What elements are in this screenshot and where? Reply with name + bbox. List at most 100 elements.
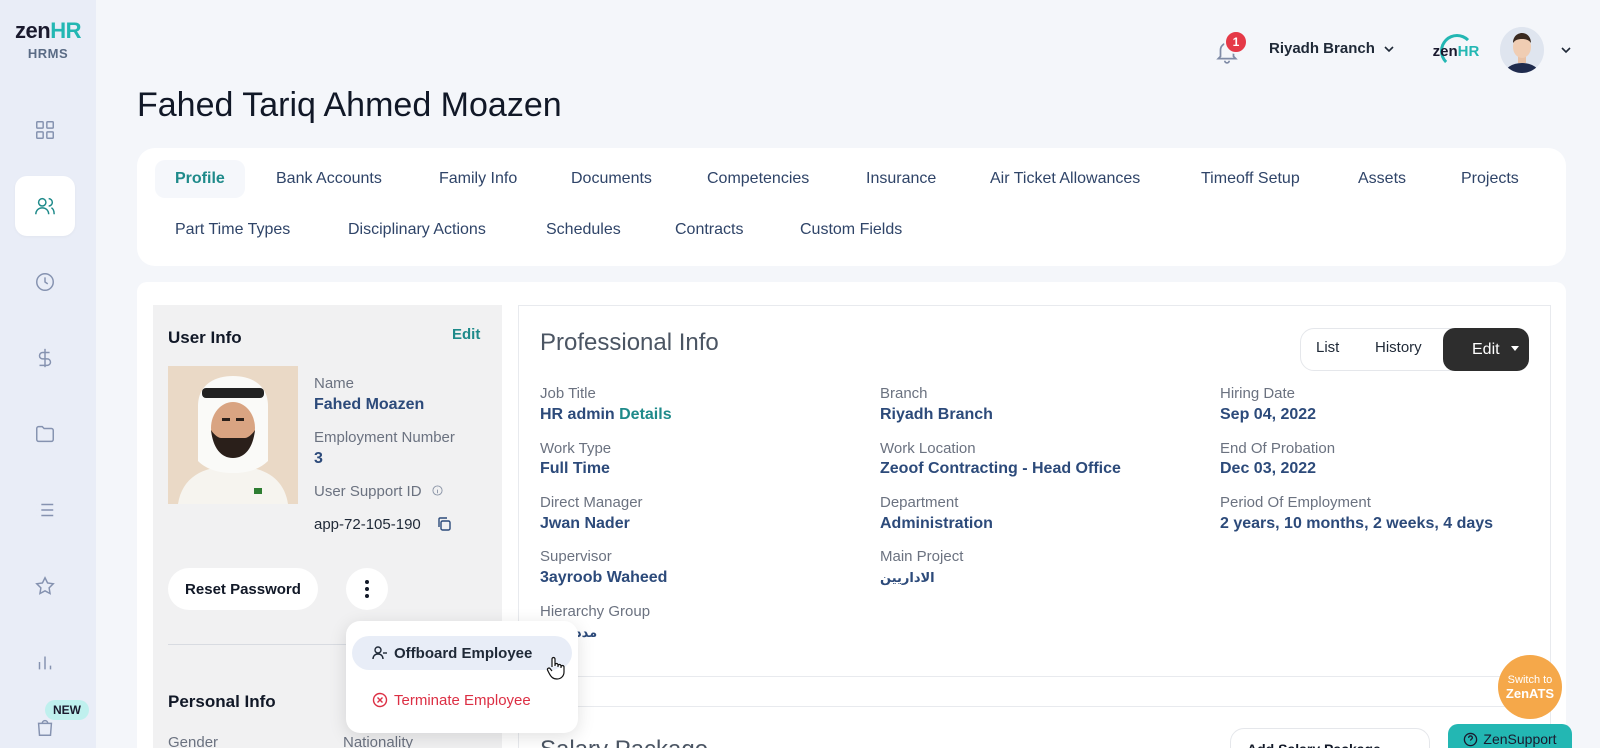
support-id-label: User Support ID: [314, 483, 422, 500]
personal-info-title: Personal Info: [168, 692, 276, 711]
folder-icon: [36, 425, 54, 443]
add-salary-package-button[interactable]: Add Salary Package: [1230, 728, 1430, 748]
main-project-label: Main Project: [880, 548, 964, 565]
hiring-date-value: Sep 04, 2022: [1220, 406, 1317, 423]
zensupport-button[interactable]: ZenSupport: [1448, 724, 1572, 748]
direct-manager-value[interactable]: Jwan Nader: [540, 515, 630, 533]
hierarchy-group-value: مدد: [575, 626, 598, 641]
actions-menu: Offboard Employee Terminate Employee: [346, 621, 578, 733]
employee-photo: [168, 366, 298, 504]
tab-schedules[interactable]: Schedules: [526, 211, 641, 249]
main-project-value: الاداريين: [880, 571, 935, 586]
nav-marketplace[interactable]: [15, 716, 75, 748]
work-type-label: Work Type: [540, 440, 612, 457]
tab-air-ticket-allowances[interactable]: Air Ticket Allowances: [970, 160, 1160, 198]
work-location-value: Zeoof Contracting - Head Office: [880, 460, 1121, 477]
more-vertical-icon: [365, 580, 369, 598]
branch-label: Branch: [880, 385, 928, 402]
period-label: Period Of Employment: [1220, 494, 1371, 511]
hand-cursor-icon: [546, 656, 565, 680]
info-icon[interactable]: [432, 485, 443, 496]
professional-info-title: Professional Info: [540, 329, 719, 356]
list-icon: [36, 503, 54, 517]
nav-employees[interactable]: [15, 176, 75, 236]
support-id-value: app-72-105-190: [314, 516, 421, 533]
job-title-label: Job Title: [540, 385, 596, 402]
history-button[interactable]: History: [1375, 339, 1422, 356]
tab-profile[interactable]: Profile: [155, 160, 245, 198]
user-info-title: User Info: [168, 328, 242, 347]
caret-down-icon[interactable]: [1510, 343, 1520, 353]
tab-timeoff-setup[interactable]: Timeoff Setup: [1181, 160, 1320, 198]
switch-big-label: ZenATS: [1505, 685, 1555, 701]
chevron-down-icon: [1384, 45, 1394, 52]
dollar-icon: [38, 348, 52, 368]
salary-package-title: Salary Package: [540, 736, 708, 748]
users-icon: [35, 197, 55, 215]
tab-competencies[interactable]: Competencies: [687, 160, 829, 198]
tab-family-info[interactable]: Family Info: [419, 160, 537, 198]
terminate-employee-label: Terminate Employee: [394, 691, 531, 709]
terminate-employee-item[interactable]: Terminate Employee: [352, 683, 572, 717]
dashboard-icon: [36, 121, 54, 139]
branch-selector[interactable]: Riyadh Branch: [1269, 40, 1395, 57]
notification-count: 1: [1224, 30, 1248, 54]
bag-icon: [37, 719, 53, 736]
tab-projects[interactable]: Projects: [1441, 160, 1539, 198]
end-probation-value: Dec 03, 2022: [1220, 460, 1317, 477]
tab-assets[interactable]: Assets: [1338, 160, 1426, 198]
nav-favorites[interactable]: [15, 556, 75, 616]
period-value: 2 years, 10 months, 2 weeks, 4 days: [1220, 515, 1494, 532]
chevron-down-icon[interactable]: [1560, 44, 1572, 56]
copy-icon[interactable]: [436, 516, 452, 532]
job-title: HR admin: [540, 406, 615, 423]
tab-disciplinary-actions[interactable]: Disciplinary Actions: [328, 211, 506, 249]
switch-small-label: Switch to: [1507, 673, 1553, 686]
app-logo[interactable]: zenHR HRMS: [8, 18, 88, 61]
hierarchy-group-label: Hierarchy Group: [540, 603, 651, 620]
offboard-employee-label: Offboard Employee: [394, 644, 533, 662]
tab-contracts[interactable]: Contracts: [655, 211, 763, 249]
logo-main: zen: [15, 18, 51, 43]
tab-part-time-types[interactable]: Part Time Types: [155, 211, 310, 249]
user-info-edit-link[interactable]: Edit: [452, 326, 480, 343]
employment-number: 3: [314, 450, 323, 467]
sidebar: zenHR HRMS NEW: [0, 0, 96, 748]
nav-dashboard[interactable]: [15, 100, 75, 160]
nav-attendance[interactable]: [15, 252, 75, 312]
star-icon: [35, 576, 55, 595]
company-logo-accent: HR: [1457, 42, 1480, 60]
gender-label: Gender: [168, 734, 219, 748]
nav-documents[interactable]: [15, 404, 75, 464]
tab-insurance[interactable]: Insurance: [846, 160, 956, 198]
tab-documents[interactable]: Documents: [551, 160, 672, 198]
work-location-label: Work Location: [880, 440, 976, 457]
employee-name: Fahed Moazen: [314, 396, 425, 413]
work-type-value: Full Time: [540, 460, 610, 477]
nav-lists[interactable]: [15, 480, 75, 540]
supervisor-value[interactable]: 3ayroob Waheed: [540, 569, 667, 587]
name-label: Name: [314, 375, 355, 392]
user-avatar[interactable]: [1500, 27, 1544, 73]
list-button[interactable]: List: [1316, 339, 1339, 356]
branch-value: Riyadh Branch: [880, 406, 993, 423]
more-actions-button[interactable]: [346, 568, 388, 610]
department-value: Administration: [880, 515, 993, 532]
tab-bank-accounts[interactable]: Bank Accounts: [256, 160, 402, 198]
hiring-date-label: Hiring Date: [1220, 385, 1296, 402]
chart-icon: [38, 656, 52, 670]
switch-to-zenats-button[interactable]: Switch to ZenATS: [1498, 655, 1562, 719]
branch-name: Riyadh Branch: [1269, 40, 1375, 57]
reset-password-button[interactable]: Reset Password: [168, 568, 318, 610]
logo-subtitle: HRMS: [27, 46, 69, 61]
company-logo: zenHR: [1428, 34, 1484, 68]
nav-payroll[interactable]: [15, 328, 75, 388]
nav-reports[interactable]: [15, 632, 75, 692]
user-minus-icon: [372, 646, 387, 660]
employee-photo-image: [168, 366, 298, 504]
offboard-employee-item[interactable]: Offboard Employee: [352, 636, 572, 670]
job-details-link[interactable]: Details: [619, 406, 671, 423]
x-circle-icon: [372, 692, 388, 708]
tab-custom-fields[interactable]: Custom Fields: [780, 211, 922, 249]
logo-accent: HR: [50, 18, 81, 43]
